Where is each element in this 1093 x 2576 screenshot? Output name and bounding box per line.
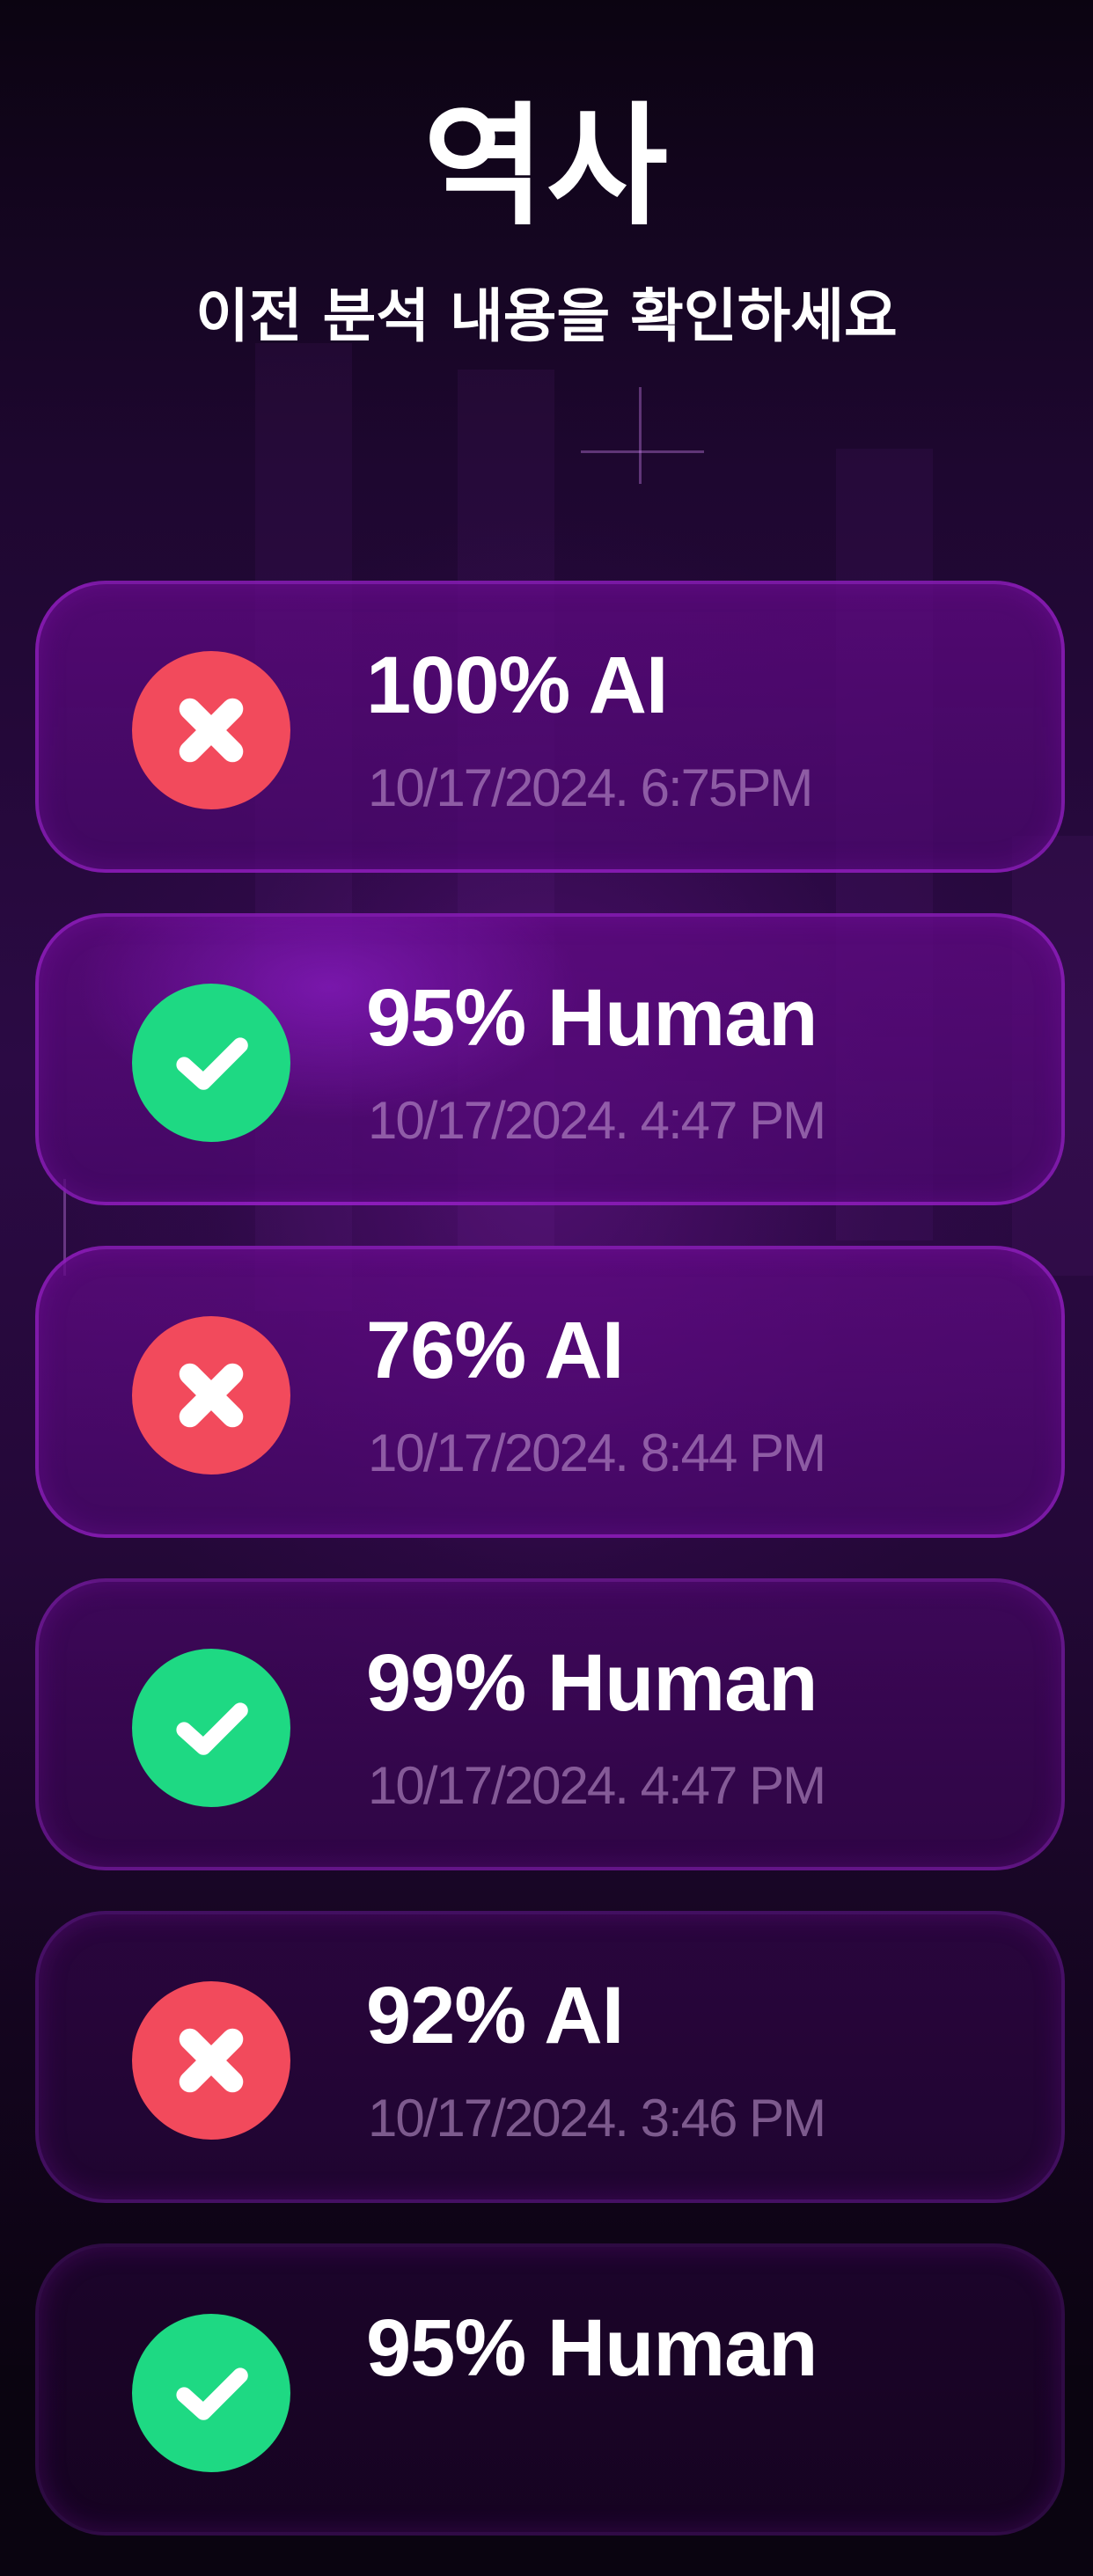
history-result: 99% Human — [366, 1638, 818, 1728]
history-item[interactable]: 95% Human — [35, 2243, 1065, 2536]
history-result: 92% AI — [366, 1971, 624, 2060]
check-icon — [132, 984, 290, 1142]
page-subtitle: 이전 분석 내용을 확인하세요 — [195, 282, 898, 350]
history-date: 10/17/2024. 6:75PM — [368, 758, 813, 817]
history-result: 100% AI — [366, 640, 668, 730]
history-item[interactable]: 76% AI 10/17/2024. 8:44 PM — [35, 1246, 1065, 1538]
history-date: 10/17/2024. 4:47 PM — [368, 1091, 826, 1150]
history-list: 100% AI 10/17/2024. 6:75PM 95% Human 10/… — [35, 581, 1065, 2576]
check-icon — [132, 2314, 290, 2472]
history-item[interactable]: 99% Human 10/17/2024. 4:47 PM — [35, 1578, 1065, 1870]
check-icon — [132, 1649, 290, 1807]
history-date: 10/17/2024. 3:46 PM — [368, 2089, 826, 2148]
page-title: 역사 — [422, 91, 670, 244]
bg-sparkle — [581, 450, 704, 453]
bg-sparkle — [639, 387, 642, 484]
x-icon — [132, 1981, 290, 2140]
history-item[interactable]: 95% Human 10/17/2024. 4:47 PM — [35, 913, 1065, 1205]
history-item[interactable]: 100% AI 10/17/2024. 6:75PM — [35, 581, 1065, 873]
history-result: 95% Human — [366, 973, 818, 1063]
x-icon — [132, 651, 290, 809]
history-item[interactable]: 92% AI 10/17/2024. 3:46 PM — [35, 1911, 1065, 2203]
history-result: 76% AI — [366, 1306, 624, 1395]
history-result: 95% Human — [366, 2303, 818, 2393]
x-icon — [132, 1316, 290, 1475]
history-date: 10/17/2024. 8:44 PM — [368, 1423, 826, 1482]
history-date: 10/17/2024. 4:47 PM — [368, 1756, 826, 1815]
